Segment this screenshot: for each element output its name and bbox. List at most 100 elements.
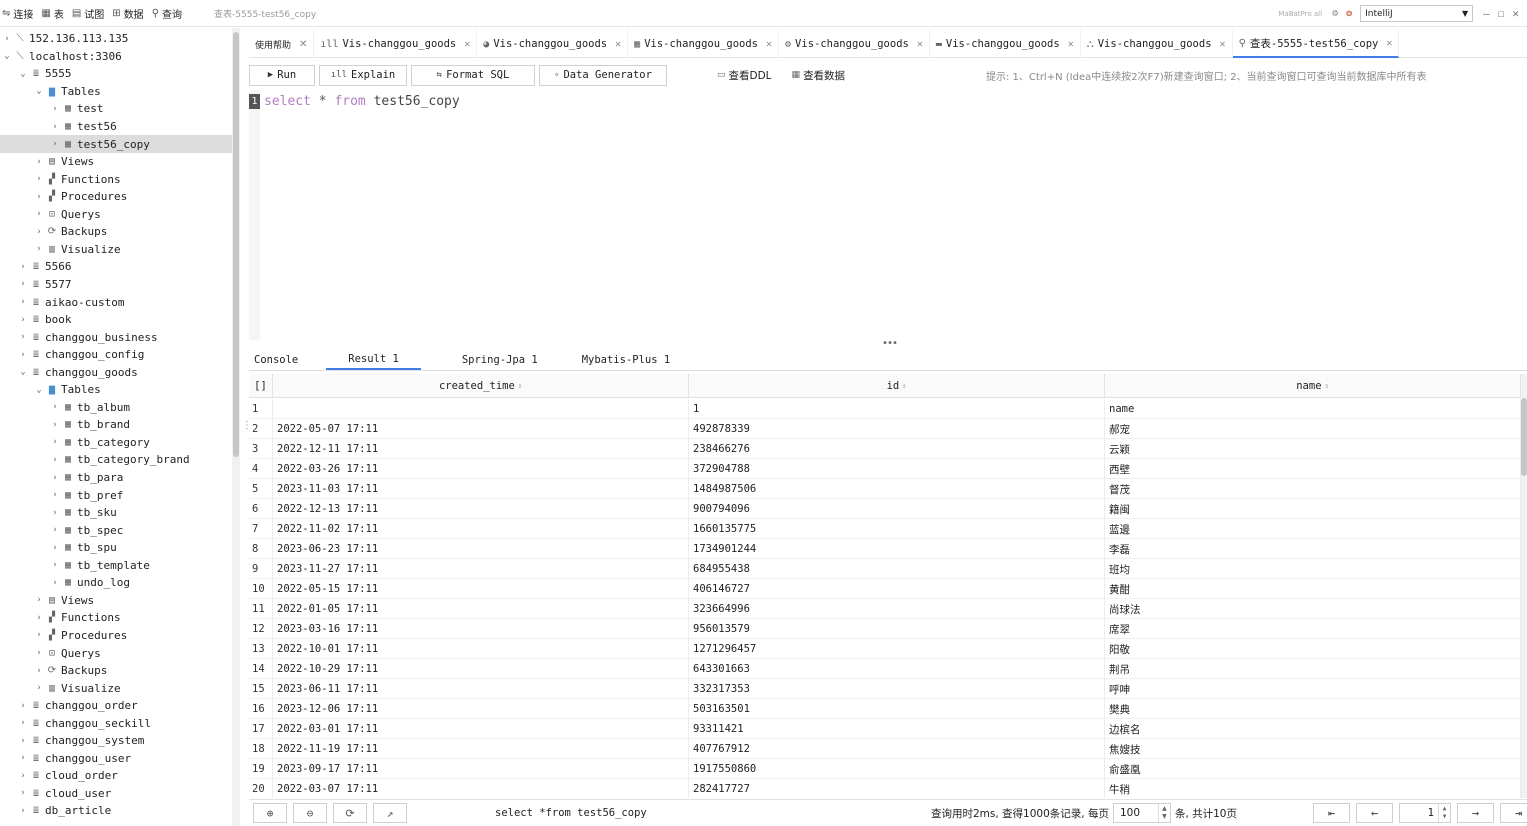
stepper-arrows-icon[interactable]: ▲ ▼ — [1438, 804, 1450, 822]
table-cell[interactable]: 2022-12-13 17:11 — [273, 499, 689, 519]
chevron-right-icon[interactable]: › — [18, 736, 28, 746]
table-row[interactable]: 14 2022-10-29 17:11 643301663 荆吊 — [249, 659, 1521, 679]
chevron-right-icon[interactable]: › — [50, 508, 60, 518]
table-cell[interactable]: name — [1105, 399, 1521, 419]
table-cell[interactable]: 尚球法 — [1105, 599, 1521, 619]
tree-node[interactable]: › ▦ undo_log — [0, 574, 232, 592]
close-tab-icon[interactable]: ✕ — [464, 39, 470, 50]
table-cell[interactable]: 黄酣 — [1105, 579, 1521, 599]
menu-item-3[interactable]: ⊞ 数据 — [112, 6, 143, 21]
tree-node[interactable]: › ▞ Functions — [0, 170, 232, 188]
table-cell[interactable]: 1484987506 — [689, 479, 1105, 499]
table-cell[interactable]: 323664996 — [689, 599, 1105, 619]
table-row[interactable]: 16 2023-12-06 17:11 503163501 樊典 — [249, 699, 1521, 719]
table-cell[interactable]: 2023-06-11 17:11 — [273, 679, 689, 699]
table-row[interactable]: 2 2022-05-07 17:11 492878339 郝宠 — [249, 419, 1521, 439]
table-cell[interactable]: 372904788 — [689, 459, 1105, 479]
editor-tab[interactable]: 使用帮助 ✕ — [249, 30, 315, 58]
chevron-right-icon[interactable]: › — [34, 648, 44, 658]
result-tab[interactable]: Spring-Jpa 1 — [459, 349, 541, 370]
table-cell[interactable]: 492878339 — [689, 419, 1105, 439]
chevron-down-icon[interactable]: ⌄ — [34, 385, 44, 395]
tree-node[interactable]: ⌄ ⟍ localhost:3306 — [0, 48, 232, 66]
export-button[interactable]: ↗ — [373, 803, 407, 823]
table-cell[interactable]: 席翠 — [1105, 619, 1521, 639]
chevron-right-icon[interactable]: › — [18, 315, 28, 325]
sort-icon[interactable]: ⇕ — [902, 382, 906, 390]
table-cell[interactable]: 李磊 — [1105, 539, 1521, 559]
tree-node[interactable]: › ▦ test56 — [0, 118, 232, 136]
stepper-arrows-icon[interactable]: ▲ ▼ — [1157, 804, 1170, 822]
tree-node[interactable]: › ≣ cloud_user — [0, 785, 232, 803]
tree-node[interactable]: › ▦ tb_para — [0, 469, 232, 487]
table-row[interactable]: 20 2022-03-07 17:11 282417727 牛稍 — [249, 779, 1521, 798]
chevron-right-icon[interactable]: › — [50, 560, 60, 570]
tree-node[interactable]: › ▦ test56_copy — [0, 135, 232, 153]
delete-row-button[interactable]: ⊖ — [293, 803, 327, 823]
tree-node[interactable]: › ≣ changgou_seckill — [0, 714, 232, 732]
table-cell[interactable]: 956013579 — [689, 619, 1105, 639]
chevron-right-icon[interactable]: › — [50, 139, 60, 149]
table-row[interactable]: 17 2022-03-01 17:11 93311421 边槟名 — [249, 719, 1521, 739]
close-tab-icon[interactable]: ✕ — [766, 39, 772, 50]
table-row[interactable]: 1 1 name — [249, 399, 1521, 419]
close-tab-icon[interactable]: ✕ — [1220, 39, 1226, 50]
editor-tab[interactable]: ⛬ Vis-changgou_goods ✕ — [1081, 30, 1233, 58]
sql-code-line[interactable]: select * from test56_copy — [264, 94, 460, 109]
table-cell[interactable]: 282417727 — [689, 779, 1105, 798]
table-cell[interactable]: 2022-10-29 17:11 — [273, 659, 689, 679]
column-header-id[interactable]: id ⇕ — [689, 374, 1105, 398]
column-header-name[interactable]: name ⇕ — [1105, 374, 1521, 398]
table-cell[interactable]: 2022-11-19 17:11 — [273, 739, 689, 759]
tree-node[interactable]: › ≣ 5577 — [0, 276, 232, 294]
tree-node[interactable]: › ≣ 5566 — [0, 258, 232, 276]
view-ddl-link[interactable]: ▭ 查看DDL — [717, 68, 772, 83]
chevron-right-icon[interactable]: › — [50, 437, 60, 447]
chevron-right-icon[interactable]: › — [34, 595, 44, 605]
refresh-button[interactable]: ⟳ — [333, 803, 367, 823]
chevron-right-icon[interactable]: › — [34, 666, 44, 676]
chevron-right-icon[interactable]: › — [18, 771, 28, 781]
chevron-right-icon[interactable]: › — [18, 297, 28, 307]
table-cell[interactable]: 焦嫂技 — [1105, 739, 1521, 759]
table-cell[interactable]: 2022-03-07 17:11 — [273, 779, 689, 798]
maximize-icon[interactable]: ☐ — [1498, 7, 1505, 20]
chevron-right-icon[interactable]: › — [18, 332, 28, 342]
table-cell[interactable]: 2023-11-27 17:11 — [273, 559, 689, 579]
tree-node[interactable]: › ▥ Visualize — [0, 679, 232, 697]
page-number-stepper[interactable]: 1 ▲ ▼ — [1399, 803, 1451, 823]
chevron-right-icon[interactable]: › — [34, 683, 44, 693]
tree-node[interactable]: › ≣ changgou_order — [0, 697, 232, 715]
result-tab[interactable]: Mybatis-Plus 1 — [579, 349, 674, 370]
close-tab-icon[interactable]: ✕ — [299, 39, 307, 50]
chevron-right-icon[interactable]: › — [34, 157, 44, 167]
table-row[interactable]: 19 2023-09-17 17:11 1917550860 俞盛凰 — [249, 759, 1521, 779]
menu-item-4[interactable]: ⚲ 查询 — [152, 6, 182, 21]
table-cell[interactable]: 荆吊 — [1105, 659, 1521, 679]
tree-node[interactable]: › ≣ db_article — [0, 802, 232, 820]
sidebar-scrollbar-thumb[interactable] — [233, 32, 239, 457]
table-cell[interactable]: 503163501 — [689, 699, 1105, 719]
table-cell[interactable]: 2023-11-03 17:11 — [273, 479, 689, 499]
grid-scrollbar-thumb[interactable] — [1521, 398, 1527, 476]
prev-page-button[interactable]: ← — [1356, 803, 1393, 823]
editor-tab[interactable]: ⚙ Vis-changgou_goods ✕ — [779, 30, 930, 58]
tree-node[interactable]: › ▦ tb_brand — [0, 416, 232, 434]
tree-node[interactable]: › ▦ tb_template — [0, 557, 232, 575]
table-cell[interactable]: 督茂 — [1105, 479, 1521, 499]
table-row[interactable]: 9 2023-11-27 17:11 684955438 班均 — [249, 559, 1521, 579]
table-row[interactable]: 3 2022-12-11 17:11 238466276 云颖 — [249, 439, 1521, 459]
table-cell[interactable]: 1660135775 — [689, 519, 1105, 539]
next-page-button[interactable]: → — [1457, 803, 1494, 823]
chevron-right-icon[interactable]: › — [2, 34, 12, 44]
chevron-right-icon[interactable]: › — [50, 104, 60, 114]
chevron-right-icon[interactable]: › — [50, 402, 60, 412]
menu-item-1[interactable]: ▦ 表 — [41, 6, 63, 21]
editor-tab[interactable]: ⚲ 查表-5555-test56_copy ✕ — [1232, 30, 1400, 58]
tree-node[interactable]: › ▞ Procedures — [0, 188, 232, 206]
tree-node[interactable]: ⌄ ▆ Tables — [0, 83, 232, 101]
editor-tab[interactable]: ◕ Vis-changgou_goods ✕ — [477, 30, 629, 58]
minimize-icon[interactable]: — — [1483, 7, 1490, 20]
chevron-right-icon[interactable]: › — [50, 455, 60, 465]
table-cell[interactable]: 俞盛凰 — [1105, 759, 1521, 779]
